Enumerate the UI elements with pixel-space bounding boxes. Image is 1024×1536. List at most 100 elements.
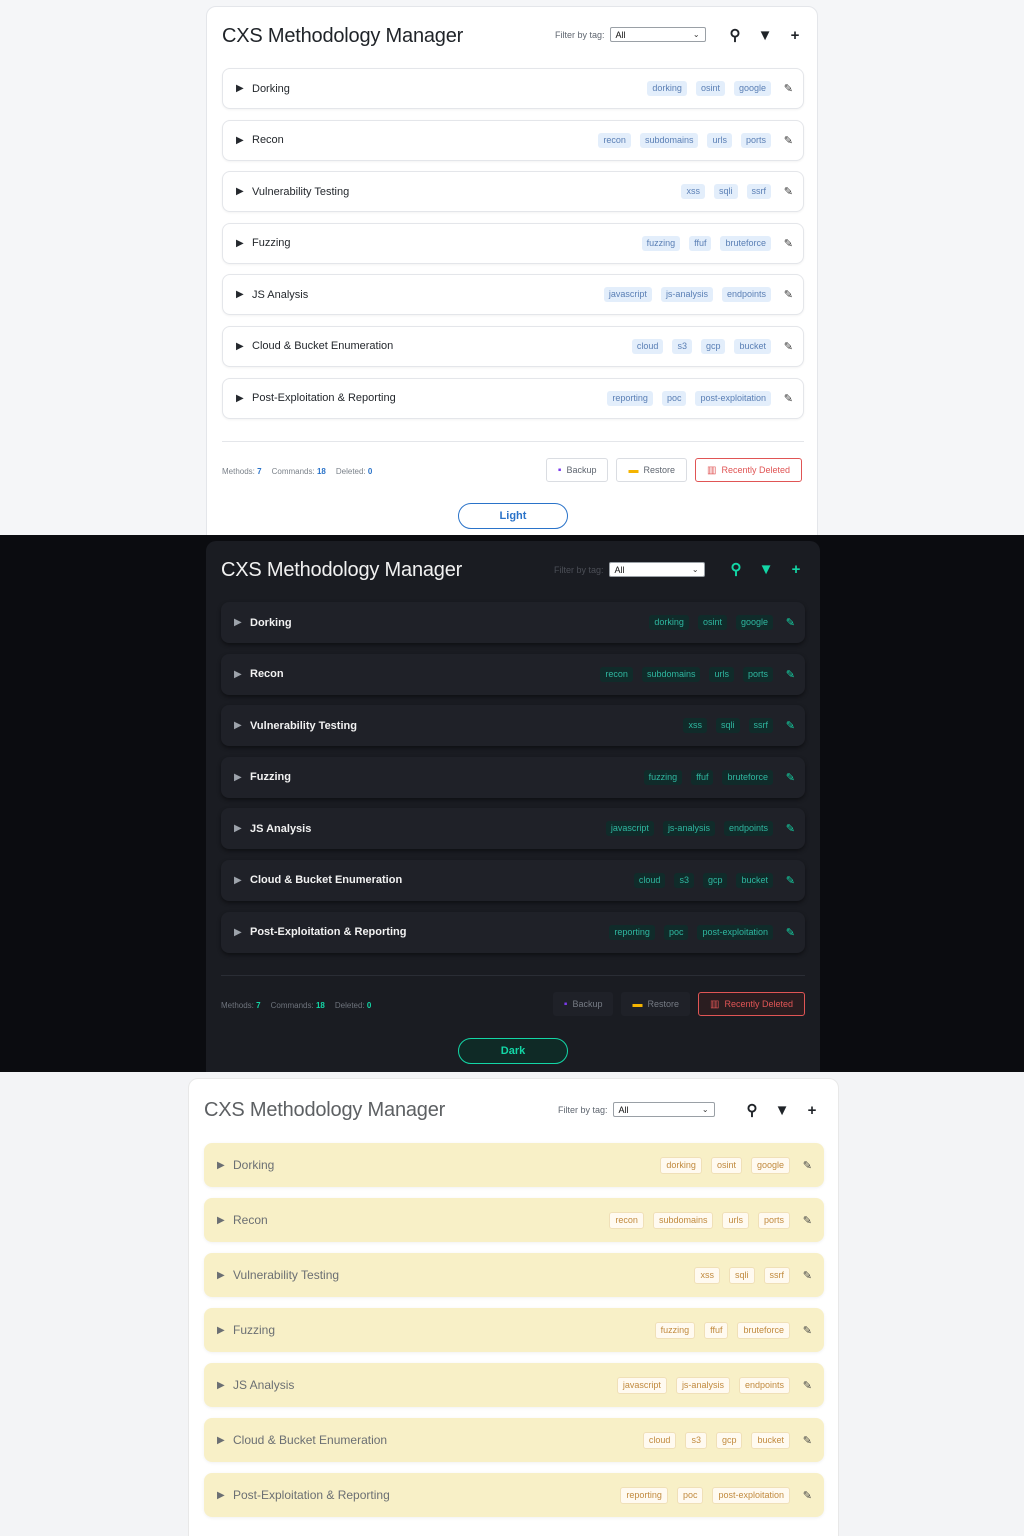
edit-icon[interactable]: ✎ <box>803 1198 812 1242</box>
method-row[interactable]: ▶ Fuzzing fuzzing ffuf bruteforce ✎ <box>221 756 805 798</box>
method-row[interactable]: ▶ Recon recon subdomains urls ports ✎ <box>221 653 805 695</box>
search-icon[interactable]: ⚲ <box>728 561 744 579</box>
tag-badge[interactable]: poc <box>663 924 689 940</box>
expand-triangle-icon[interactable]: ▶ <box>217 1215 230 1226</box>
tag-badge[interactable]: reporting <box>609 924 655 940</box>
edit-icon[interactable]: ✎ <box>784 275 793 314</box>
add-icon[interactable]: + <box>788 561 804 579</box>
recently-deleted-button[interactable]: ▥ Recently Deleted <box>695 458 802 482</box>
tag-badge[interactable]: js-analysis <box>662 821 715 837</box>
tag-badge[interactable]: js-analysis <box>660 287 713 303</box>
edit-icon[interactable]: ✎ <box>803 1308 812 1352</box>
expand-triangle-icon[interactable]: ▶ <box>217 1270 230 1281</box>
tag-badge[interactable]: osint <box>695 81 725 96</box>
method-row[interactable]: ▶ Vulnerability Testing xss sqli ssrf ✎ <box>204 1253 824 1297</box>
expand-triangle-icon[interactable]: ▶ <box>217 1380 230 1391</box>
tag-badge[interactable]: fuzzing <box>643 769 683 785</box>
method-row[interactable]: ▶ Cloud & Bucket Enumeration cloud s3 gcp buc… <box>204 1418 824 1462</box>
edit-icon[interactable]: ✎ <box>784 327 793 366</box>
edit-icon[interactable]: ✎ <box>784 172 793 211</box>
tag-badge[interactable]: fuzzing <box>654 1321 696 1339</box>
edit-icon[interactable]: ✎ <box>786 912 795 953</box>
tag-badge[interactable]: s3 <box>685 1431 707 1449</box>
edit-icon[interactable]: ✎ <box>786 757 795 798</box>
tag-badge[interactable]: urls <box>707 132 732 148</box>
tag-badge[interactable]: reporting <box>620 1486 668 1504</box>
expand-triangle-icon[interactable]: ▶ <box>234 617 247 628</box>
method-row[interactable]: ▶ Post-Exploitation & Reporting reporting p… <box>221 911 805 953</box>
tag-badge[interactable]: poc <box>676 1486 704 1504</box>
method-row[interactable]: ▶ Recon recon subdomains urls ports ✎ <box>222 119 804 161</box>
tag-badge[interactable]: xss <box>694 1266 720 1284</box>
tag-badge[interactable]: subdomains <box>652 1211 714 1229</box>
restore-button[interactable]: ▬ Restore <box>616 458 687 482</box>
method-row[interactable]: ▶ Post-Exploitation & Reporting reporting p… <box>222 377 804 419</box>
expand-triangle-icon[interactable]: ▶ <box>234 772 247 783</box>
add-icon[interactable]: + <box>787 27 803 45</box>
tag-badge[interactable]: recon <box>598 132 631 148</box>
method-row[interactable]: ▶ JS Analysis javascript js-analysis endpoin… <box>221 808 805 850</box>
edit-icon[interactable]: ✎ <box>784 379 793 418</box>
expand-triangle-icon[interactable]: ▶ <box>236 83 249 94</box>
tag-badge[interactable]: endpoints <box>721 287 771 303</box>
backup-button[interactable]: ▪ Backup <box>552 992 614 1016</box>
tag-badge[interactable]: osint <box>710 1156 742 1174</box>
tag-badge[interactable]: sqli <box>713 184 738 200</box>
add-icon[interactable]: + <box>804 1102 820 1120</box>
expand-triangle-icon[interactable]: ▶ <box>236 393 249 404</box>
expand-triangle-icon[interactable]: ▶ <box>217 1160 230 1171</box>
method-row[interactable]: ▶ Cloud & Bucket Enumeration cloud s3 gcp buc… <box>222 325 804 367</box>
tag-badge[interactable]: gcp <box>715 1431 743 1449</box>
expand-triangle-icon[interactable]: ▶ <box>217 1325 230 1336</box>
tag-badge[interactable]: ffuf <box>704 1321 729 1339</box>
tag-badge[interactable]: s3 <box>672 338 692 354</box>
edit-icon[interactable]: ✎ <box>803 1253 812 1297</box>
tag-badge[interactable]: gcp <box>702 872 728 888</box>
filter-icon[interactable]: ▼ <box>758 561 774 579</box>
edit-icon[interactable]: ✎ <box>784 224 793 263</box>
tag-badge[interactable]: post-exploitation <box>697 924 773 940</box>
filter-icon[interactable]: ▼ <box>757 27 773 45</box>
theme-toggle-button[interactable]: Light <box>458 503 568 529</box>
tag-badge[interactable]: poc <box>661 390 687 406</box>
filter-icon[interactable]: ▼ <box>774 1102 790 1120</box>
edit-icon[interactable]: ✎ <box>784 69 793 108</box>
expand-triangle-icon[interactable]: ▶ <box>234 823 247 834</box>
tag-badge[interactable]: endpoints <box>738 1376 790 1394</box>
tag-badge[interactable]: google <box>735 615 773 630</box>
tag-badge[interactable]: osint <box>697 615 727 630</box>
edit-icon[interactable]: ✎ <box>803 1143 812 1187</box>
tag-badge[interactable]: endpoints <box>723 821 773 837</box>
tag-badge[interactable]: ffuf <box>689 235 712 251</box>
expand-triangle-icon[interactable]: ▶ <box>236 135 249 146</box>
method-row[interactable]: ▶ Vulnerability Testing xss sqli ssrf ✎ <box>222 171 804 213</box>
tag-badge[interactable]: ports <box>757 1211 790 1229</box>
tag-badge[interactable]: reporting <box>607 390 653 406</box>
tag-badge[interactable]: urls <box>709 666 734 682</box>
tag-badge[interactable]: ports <box>742 666 773 682</box>
method-row[interactable]: ▶ Dorking dorking osint google ✎ <box>221 602 805 643</box>
tag-badge[interactable]: dorking <box>649 615 689 630</box>
tag-badge[interactable]: gcp <box>700 338 726 354</box>
tag-badge[interactable]: ssrf <box>763 1266 790 1284</box>
tag-badge[interactable]: google <box>750 1156 790 1174</box>
tag-badge[interactable]: dorking <box>647 81 687 96</box>
tag-badge[interactable]: cloud <box>633 872 666 888</box>
tag-badge[interactable]: sqli <box>715 718 740 734</box>
tag-filter-select[interactable]: All ⌄ <box>608 562 705 577</box>
tag-badge[interactable]: cloud <box>642 1431 677 1449</box>
expand-triangle-icon[interactable]: ▶ <box>234 720 247 731</box>
tag-badge[interactable]: javascript <box>603 287 652 303</box>
tag-badge[interactable]: xss <box>683 718 707 734</box>
search-icon[interactable]: ⚲ <box>744 1102 760 1120</box>
edit-icon[interactable]: ✎ <box>803 1363 812 1407</box>
tag-badge[interactable]: recon <box>609 1211 644 1229</box>
theme-toggle-button[interactable]: Dark <box>458 1038 568 1064</box>
tag-badge[interactable]: sqli <box>728 1266 755 1284</box>
tag-badge[interactable]: ssrf <box>748 718 773 734</box>
tag-filter-select[interactable]: All ⌄ <box>612 1102 715 1117</box>
method-row[interactable]: ▶ Recon recon subdomains urls ports ✎ <box>204 1198 824 1242</box>
tag-badge[interactable]: ffuf <box>691 769 714 785</box>
search-icon[interactable]: ⚲ <box>727 27 743 45</box>
tag-badge[interactable]: bruteforce <box>722 769 773 785</box>
